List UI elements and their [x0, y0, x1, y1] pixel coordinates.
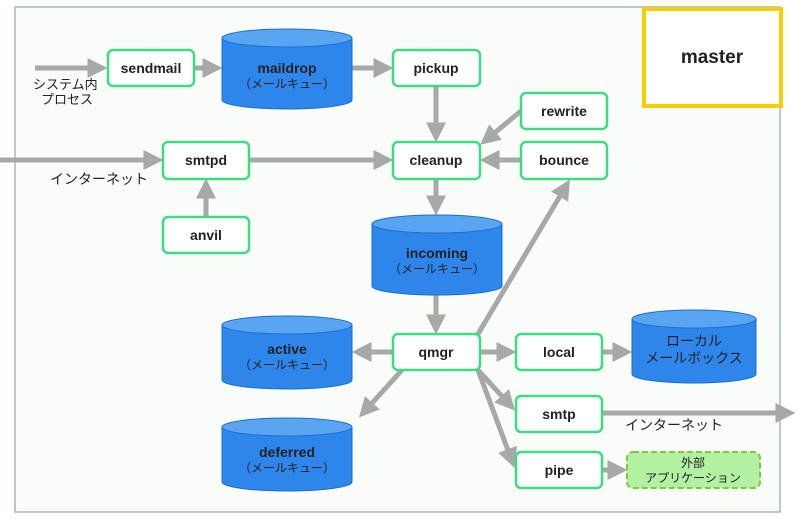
node-pickup: pickup	[391, 48, 482, 88]
postfix-architecture-diagram: master システム内 プロセス インターネット インターネット sendma…	[0, 6, 796, 513]
node-bounce: bounce	[519, 140, 609, 181]
svg-text:bounce: bounce	[539, 152, 589, 168]
svg-text:qmgr: qmgr	[419, 344, 455, 360]
node-cleanup: cleanup	[391, 140, 482, 181]
svg-text:pickup: pickup	[413, 60, 458, 76]
svg-text:pipe: pipe	[545, 462, 574, 478]
system-process-label: システム内	[33, 77, 98, 92]
svg-text:sendmail: sendmail	[121, 60, 182, 76]
svg-text:smtpd: smtpd	[185, 152, 227, 168]
system-process-label-2: プロセス	[41, 92, 93, 107]
svg-text:（メールキュー）: （メールキュー）	[239, 77, 335, 91]
svg-text:anvil: anvil	[190, 227, 222, 243]
queue-active: active（メールキュー）	[221, 315, 353, 390]
internet-out-label: インターネット	[625, 417, 723, 433]
svg-text:cleanup: cleanup	[410, 152, 463, 168]
node-smtp: smtp	[514, 394, 604, 434]
queue-deferred: deferred（メールキュー）	[221, 417, 353, 492]
svg-text:外部: 外部	[681, 455, 705, 470]
external-application: 外部アプリケーション	[626, 451, 761, 489]
svg-text:（メールキュー）: （メールキュー）	[239, 461, 335, 475]
node-anvil: anvil	[161, 215, 251, 255]
svg-text:rewrite: rewrite	[541, 103, 587, 119]
svg-text:local: local	[543, 344, 575, 360]
svg-text:（メールキュー）: （メールキュー）	[389, 262, 485, 276]
master-box: master	[642, 7, 783, 108]
master-label: master	[681, 47, 744, 68]
svg-text:ローカル: ローカル	[666, 333, 722, 349]
node-rewrite: rewrite	[519, 91, 609, 131]
node-smtpd: smtpd	[161, 140, 251, 181]
svg-text:deferred: deferred	[259, 444, 315, 460]
node-sendmail: sendmail	[106, 48, 196, 88]
internet-in-label: インターネット	[50, 171, 148, 187]
queue-incoming: incoming（メールキュー）	[371, 214, 503, 296]
svg-text:メールボックス: メールボックス	[645, 350, 743, 366]
svg-text:active: active	[267, 341, 307, 357]
node-local: local	[514, 332, 604, 372]
svg-text:（メールキュー）: （メールキュー）	[239, 358, 335, 372]
svg-text:maildrop: maildrop	[257, 60, 316, 76]
svg-text:アプリケーション: アプリケーション	[645, 471, 741, 485]
node-qmgr: qmgr	[391, 332, 482, 372]
node-pipe: pipe	[514, 450, 604, 490]
svg-text:smtp: smtp	[542, 406, 575, 422]
queue-maildrop: maildrop（メールキュー）	[221, 28, 353, 110]
svg-text:incoming: incoming	[406, 245, 468, 261]
local-mailbox: ローカルメールボックス	[631, 309, 757, 384]
